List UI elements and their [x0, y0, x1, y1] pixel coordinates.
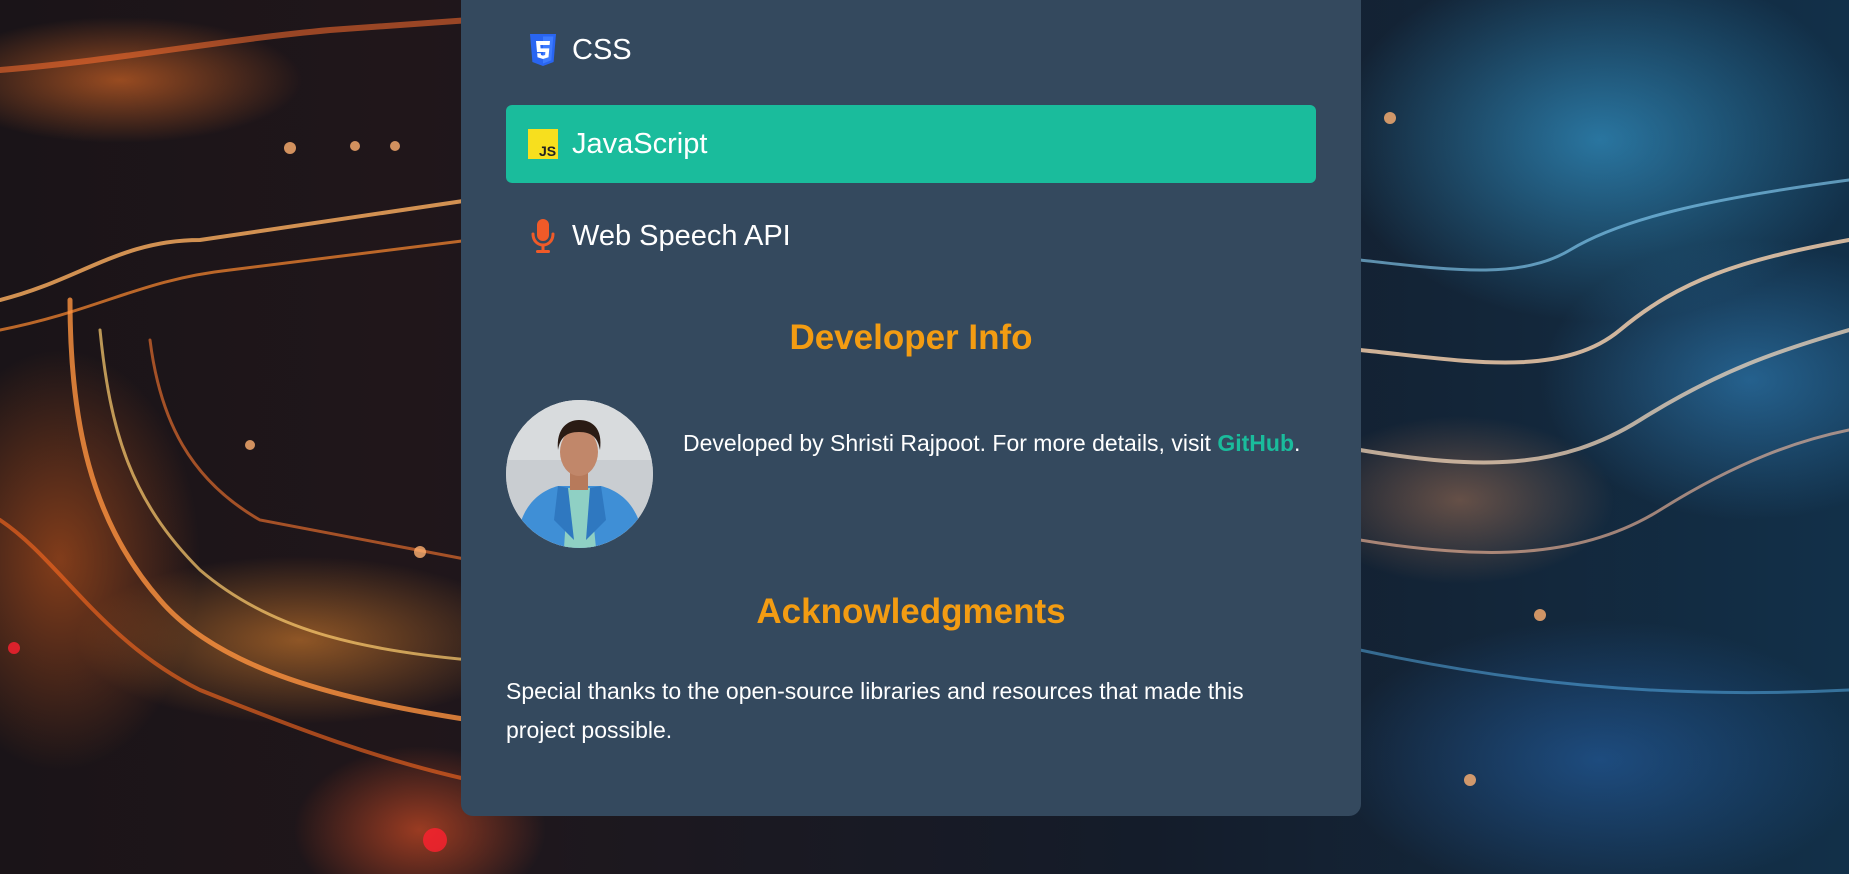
developer-text-end: . — [1294, 430, 1301, 456]
svg-text:JS: JS — [539, 143, 556, 159]
tech-item-web-speech-api: Web Speech API — [506, 197, 1316, 275]
acknowledgments-text: Special thanks to the open-source librar… — [506, 678, 1244, 743]
tech-item-label: JavaScript — [572, 127, 708, 160]
developer-info-heading: Developer Info — [789, 318, 1033, 357]
tech-item-label: CSS — [572, 33, 632, 66]
developer-text: Developed by Shristi Rajpoot. For more d… — [683, 430, 1218, 456]
about-panel: CSS JS JavaScript Web Speech API Develop… — [461, 0, 1361, 816]
tech-item-css: CSS — [506, 11, 1316, 89]
acknowledgments-heading: Acknowledgments — [756, 592, 1066, 631]
microphone-icon — [528, 219, 558, 253]
github-link[interactable]: GitHub — [1217, 430, 1294, 456]
javascript-icon: JS — [528, 127, 558, 161]
tech-item-label: Web Speech API — [572, 219, 791, 252]
developer-description: Developed by Shristi Rajpoot. For more d… — [683, 424, 1303, 462]
tech-item-javascript: JS JavaScript — [506, 105, 1316, 183]
css3-icon — [528, 33, 558, 67]
developer-avatar — [506, 400, 653, 548]
